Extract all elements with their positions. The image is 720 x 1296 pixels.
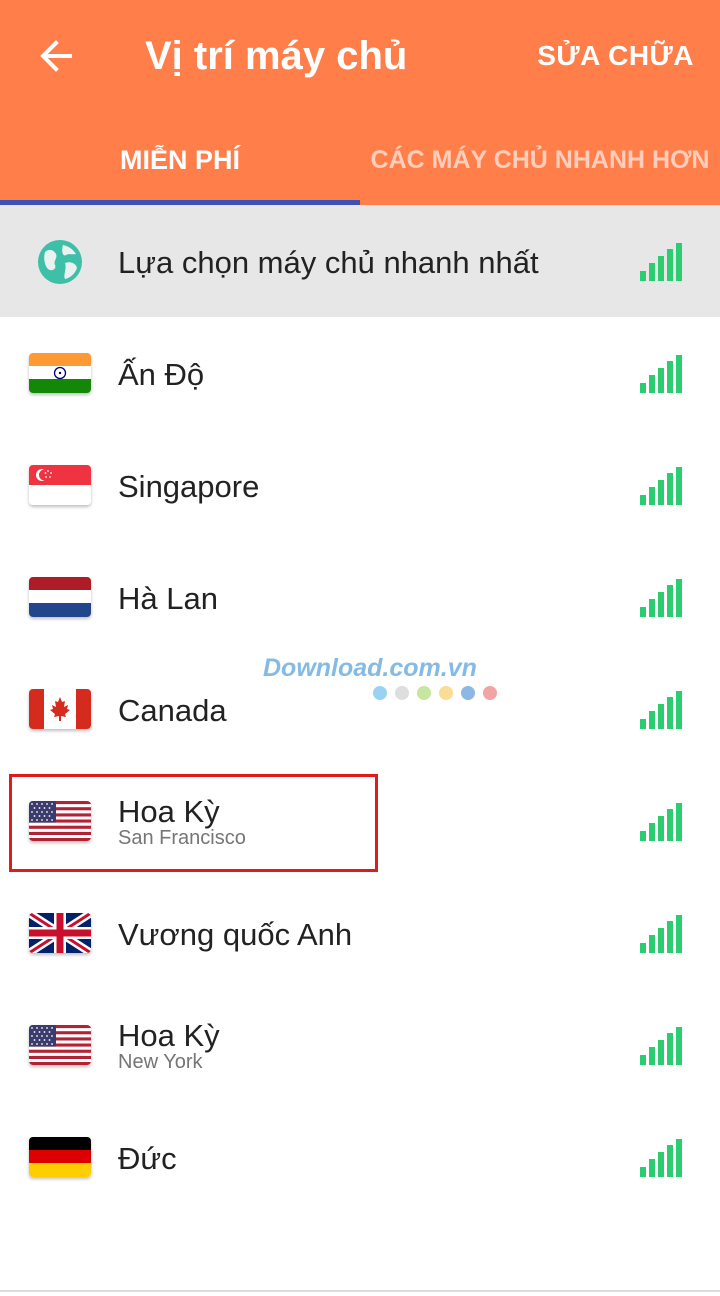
signal-strength-icon <box>640 1139 682 1177</box>
watermark-text: Download.com.vn <box>263 654 477 682</box>
germany-flag-icon <box>29 1137 91 1177</box>
singapore-flag-icon <box>29 465 91 505</box>
uk-flag-icon <box>29 913 91 953</box>
signal-strength-icon <box>640 579 682 617</box>
back-button[interactable] <box>30 30 82 82</box>
india-flag-icon <box>29 353 91 393</box>
highlight-box <box>9 774 378 872</box>
signal-strength-icon <box>640 691 682 729</box>
server-city: New York <box>118 1051 203 1073</box>
watermark-dots <box>373 686 503 700</box>
signal-strength-icon <box>640 1027 682 1065</box>
server-row-usa-new-york[interactable]: Hoa Kỳ New York <box>0 989 720 1101</box>
server-name: Lựa chọn máy chủ nhanh nhất <box>118 245 539 280</box>
netherlands-flag-icon <box>29 577 91 617</box>
globe-icon <box>38 240 82 284</box>
tab-free[interactable]: MIỄN PHÍ <box>0 140 360 180</box>
server-row-uk[interactable]: Vương quốc Anh <box>0 877 720 989</box>
server-name: Hà Lan <box>118 581 218 616</box>
app-bar: Vị trí máy chủ SỬA CHỮA MIỄN PHÍ CÁC MÁY… <box>0 0 720 205</box>
signal-strength-icon <box>640 803 682 841</box>
signal-strength-icon <box>640 467 682 505</box>
signal-strength-icon <box>640 915 682 953</box>
server-row-netherlands[interactable]: Hà Lan <box>0 541 720 653</box>
server-row-germany[interactable]: Đức <box>0 1101 720 1213</box>
usa-flag-icon <box>29 1025 91 1065</box>
edit-button[interactable]: SỬA CHỮA <box>537 38 694 74</box>
server-row-singapore[interactable]: Singapore <box>0 429 720 541</box>
page-title: Vị trí máy chủ <box>145 34 408 78</box>
server-name: Canada <box>118 693 227 728</box>
arrow-left-icon <box>40 40 72 72</box>
server-name: Vương quốc Anh <box>118 917 353 952</box>
tab-faster-servers[interactable]: CÁC MÁY CHỦ NHANH HƠN <box>360 140 720 180</box>
server-name: Ấn Độ <box>118 357 205 392</box>
server-row-fastest[interactable]: Lựa chọn máy chủ nhanh nhất <box>0 205 720 317</box>
signal-strength-icon <box>640 243 682 281</box>
watermark: Download.com.vn <box>263 654 503 706</box>
signal-strength-icon <box>640 355 682 393</box>
bottom-divider <box>0 1290 720 1292</box>
server-name: Đức <box>118 1141 177 1176</box>
canada-flag-icon <box>29 689 91 729</box>
server-row-india[interactable]: Ấn Độ <box>0 317 720 429</box>
server-name: Singapore <box>118 469 260 504</box>
